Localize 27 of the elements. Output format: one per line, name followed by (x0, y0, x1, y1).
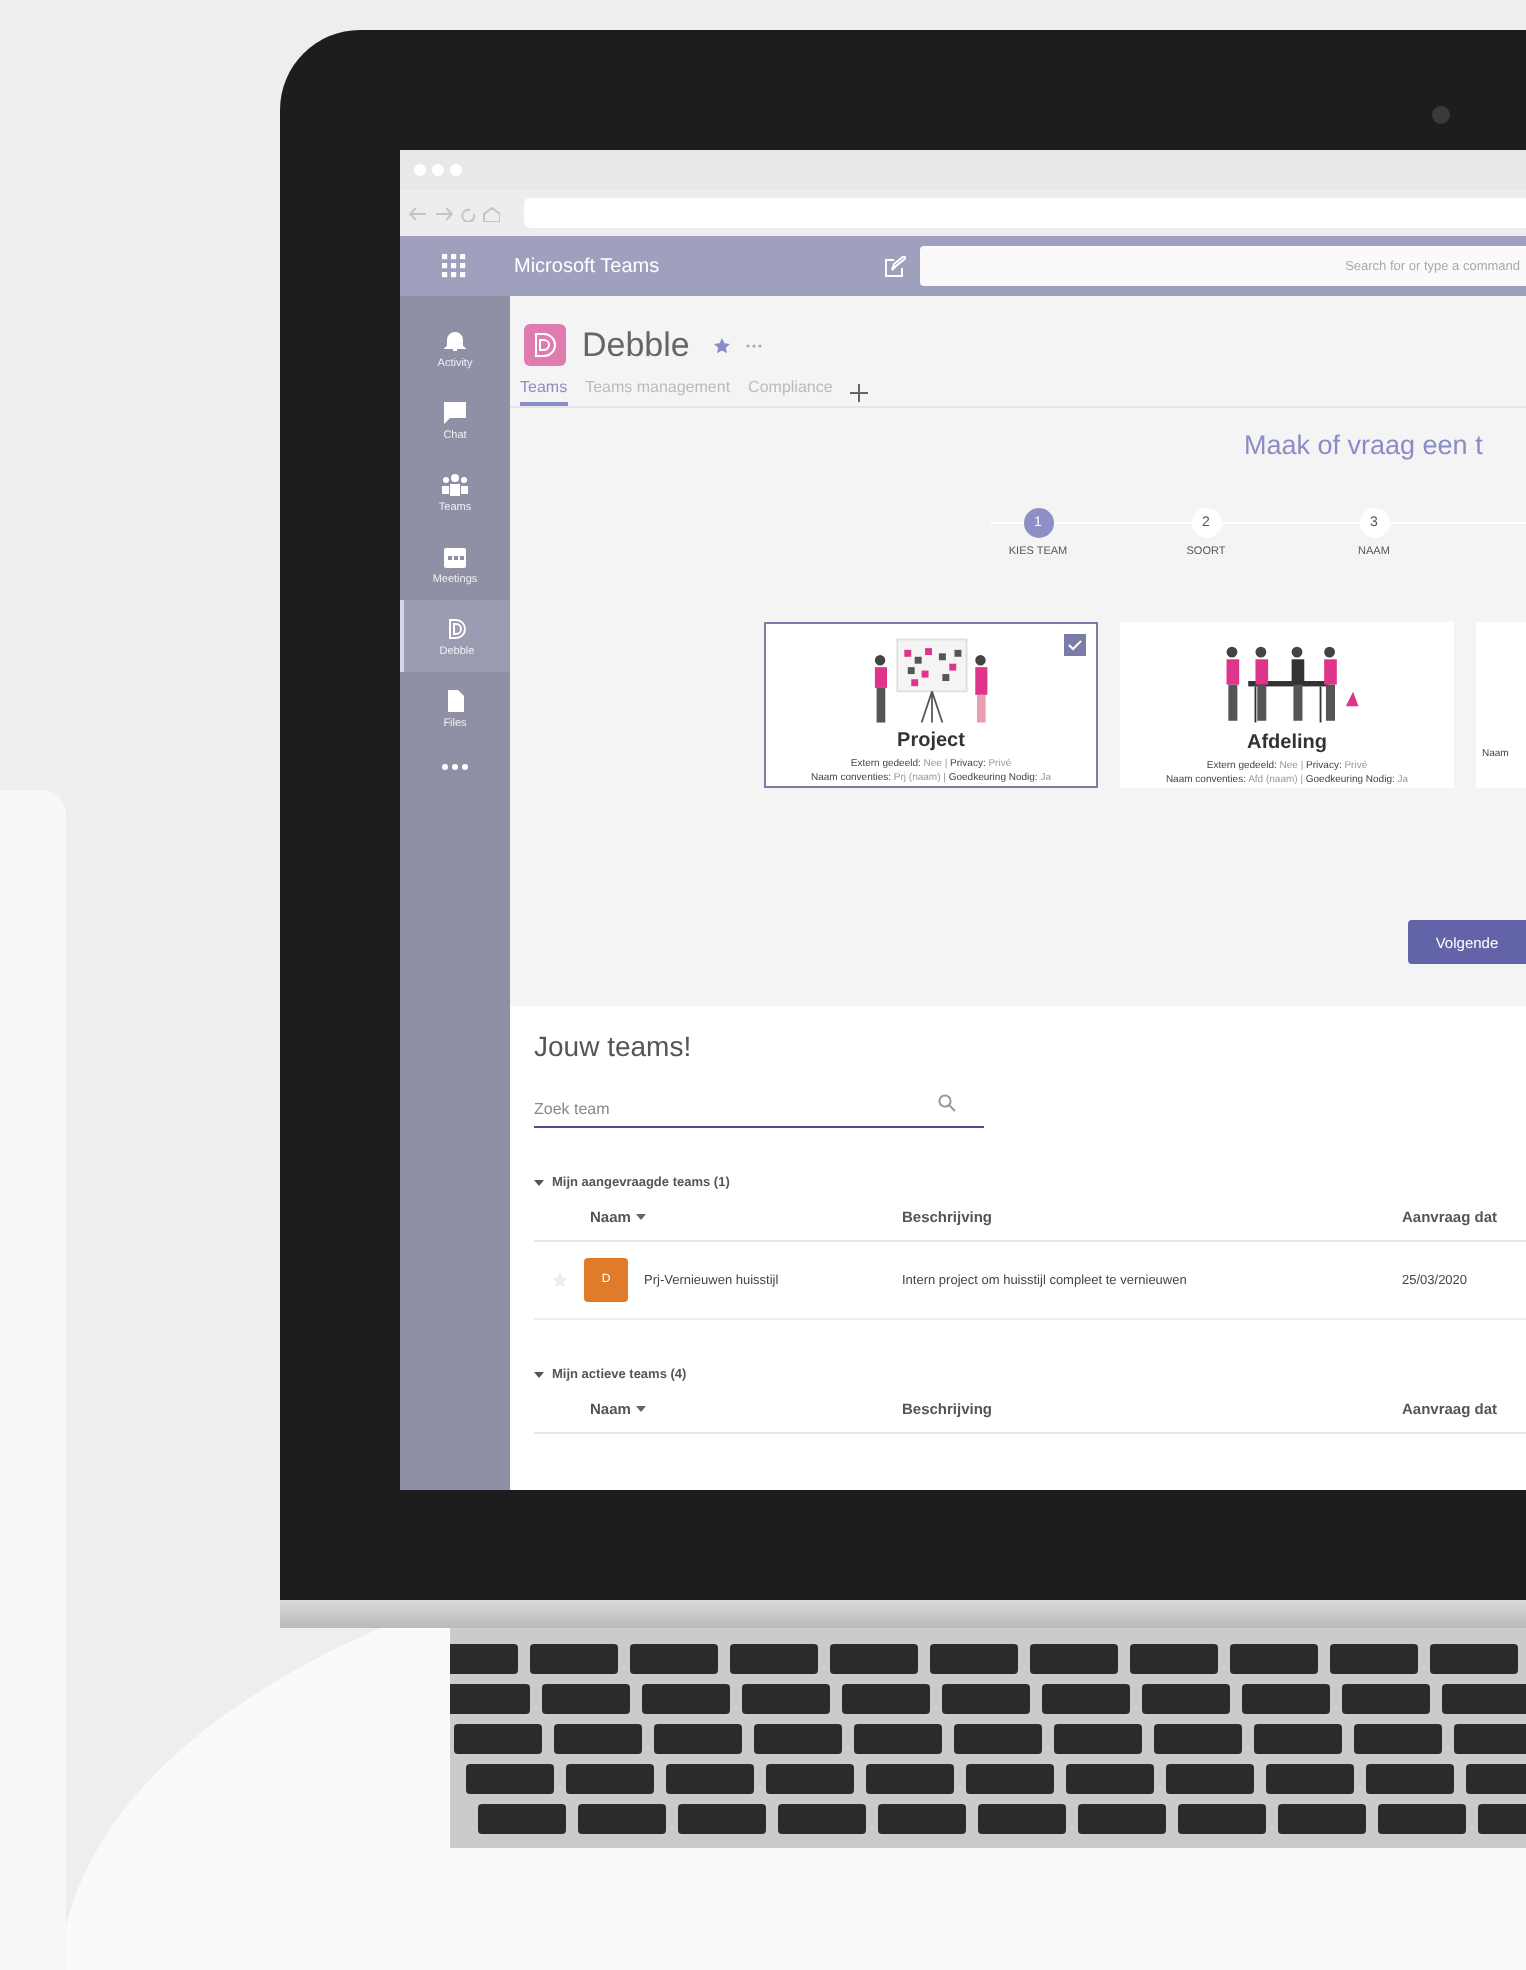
card-title: Project (897, 730, 965, 752)
debble-logo-icon (524, 324, 566, 366)
app-title: Microsoft Teams (514, 255, 662, 277)
caret-icon (534, 1178, 544, 1188)
add-icon[interactable] (850, 383, 869, 401)
camera-icon (1432, 106, 1450, 124)
app-name: Debble (582, 325, 690, 365)
compose-icon[interactable] (884, 255, 906, 277)
chat-icon (442, 399, 468, 425)
card-title: Afdeling (1247, 732, 1327, 754)
checkbox-checked-icon (1064, 634, 1086, 656)
wizard-title: Maak of vraag een t (1242, 428, 1485, 460)
bell-icon (442, 327, 468, 353)
more-icon[interactable] (442, 764, 468, 770)
file-icon (442, 687, 468, 713)
calendar-icon (442, 543, 468, 569)
panel-title: Jouw teams! (534, 1030, 694, 1062)
team-search-field[interactable]: Zoek team (534, 1100, 984, 1128)
search-icon (938, 1094, 956, 1112)
sort-caret-icon[interactable] (636, 1213, 647, 1221)
star-icon[interactable] (713, 337, 730, 353)
sort-caret-icon[interactable] (636, 1405, 647, 1413)
navigation-arrows-icon[interactable] (408, 205, 500, 221)
caret-icon (534, 1370, 544, 1380)
d-logo-icon (444, 615, 470, 641)
people-icon (442, 471, 468, 497)
app-launcher-icon[interactable] (442, 254, 466, 278)
